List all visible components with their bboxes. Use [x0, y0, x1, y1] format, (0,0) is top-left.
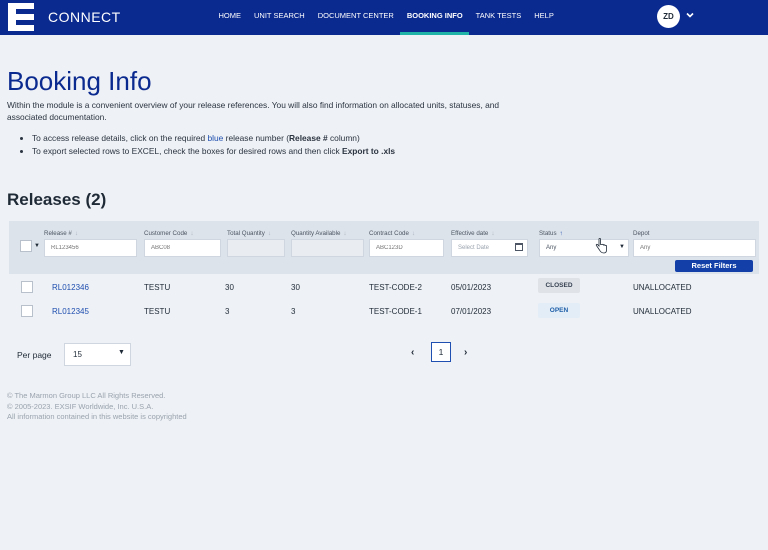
release-filter-input[interactable]	[44, 239, 137, 257]
status-badge: OPEN	[538, 303, 580, 318]
chevron-left-icon[interactable]: ‹	[411, 347, 414, 358]
footer-copyright: © The Marmon Group LLC All Rights Reserv…	[7, 391, 166, 400]
page-intro: Within the module is a convenient overvi…	[7, 100, 500, 122]
nav-tank-tests[interactable]: TANK TESTS	[469, 0, 528, 35]
select-all-checkbox[interactable]	[20, 240, 32, 252]
chevron-down-icon[interactable]: ▼	[118, 349, 125, 356]
release-link[interactable]: RL012346	[52, 283, 89, 292]
quantity-available-filter	[291, 239, 364, 257]
user-avatar[interactable]: ZD	[657, 5, 680, 28]
effective-date-cell: 05/01/2023	[451, 283, 492, 292]
column-customer-code[interactable]: Customer Code ↓	[144, 230, 193, 237]
top-navigation-bar: CONNECT HOME UNIT SEARCH DOCUMENT CENTER…	[0, 0, 768, 35]
column-effective-date[interactable]: Effective date ↓	[451, 230, 494, 237]
chevron-down-icon[interactable]	[686, 11, 694, 19]
nav-unit-search[interactable]: UNIT SEARCH	[248, 0, 312, 35]
contract-code-cell: TEST-CODE-1	[369, 307, 422, 316]
page-number-button[interactable]: 1	[431, 342, 451, 362]
total-quantity-cell: 30	[225, 283, 234, 292]
status-filter-select[interactable]: Any	[539, 239, 629, 257]
sort-icon: ↓	[411, 230, 415, 237]
column-total-quantity[interactable]: Total Quantity ↓	[227, 230, 271, 237]
customer-code-cell: TESTU	[144, 307, 171, 316]
row-checkbox[interactable]	[21, 305, 33, 317]
reset-filters-button[interactable]: Reset Filters	[675, 260, 753, 272]
customer-code-cell: TESTU	[144, 283, 171, 292]
depot-filter-input[interactable]	[633, 239, 756, 257]
releases-heading: Releases (2)	[7, 190, 107, 209]
customer-code-filter-input[interactable]	[144, 239, 221, 257]
effective-date-cell: 07/01/2023	[451, 307, 492, 316]
chevron-down-icon[interactable]: ▼	[619, 244, 625, 250]
page-title: Booking Info	[7, 66, 152, 96]
instruction-details: To access release details, click on the …	[32, 132, 395, 145]
nav-document-center[interactable]: DOCUMENT CENTER	[311, 0, 400, 35]
sort-icon: ↓	[267, 230, 271, 237]
footer-copyright-exsif: © 2005-2023. EXSIF Worldwide, Inc. U.S.A…	[7, 401, 154, 411]
chevron-right-icon[interactable]: ›	[464, 347, 467, 358]
nav-help[interactable]: HELP	[528, 0, 561, 35]
quantity-available-cell: 3	[291, 307, 296, 316]
nav-home[interactable]: HOME	[212, 0, 248, 35]
per-page-label: Per page	[17, 350, 52, 360]
contract-code-filter-input[interactable]	[369, 239, 444, 257]
sort-icon: ↓	[74, 230, 78, 237]
footer: © The Marmon Group LLC All Rights Reserv…	[7, 391, 187, 423]
column-contract-code[interactable]: Contract Code ↓	[369, 230, 415, 237]
sort-up-icon: ↑	[559, 230, 563, 237]
column-status[interactable]: Status ↑	[539, 230, 563, 237]
main-nav: HOME UNIT SEARCH DOCUMENT CENTER BOOKING…	[212, 0, 560, 35]
status-badge: CLOSED	[538, 278, 580, 293]
column-release[interactable]: Release # ↓	[44, 230, 78, 237]
release-link[interactable]: RL012345	[52, 307, 89, 316]
quantity-available-cell: 30	[291, 283, 300, 292]
sort-icon: ↓	[190, 230, 194, 237]
depot-cell: UNALLOCATED	[633, 283, 692, 292]
exsif-logo-icon[interactable]	[8, 3, 34, 31]
select-options-chevron-icon[interactable]: ▼	[34, 243, 40, 249]
instructions-list: To access release details, click on the …	[22, 132, 395, 158]
contract-code-cell: TEST-CODE-2	[369, 283, 422, 292]
footer-notice: All information contained in this websit…	[7, 412, 187, 421]
column-depot[interactable]: Depot	[633, 230, 650, 237]
column-quantity-available[interactable]: Quantity Available ↓	[291, 230, 347, 237]
total-quantity-filter	[227, 239, 285, 257]
sort-icon: ↓	[491, 230, 495, 237]
row-checkbox[interactable]	[21, 281, 33, 293]
hand-cursor-icon	[595, 238, 607, 254]
depot-cell: UNALLOCATED	[633, 307, 692, 316]
total-quantity-cell: 3	[225, 307, 230, 316]
calendar-icon[interactable]	[515, 243, 523, 251]
nav-booking-info[interactable]: BOOKING INFO	[400, 0, 470, 35]
sort-icon: ↓	[343, 230, 347, 237]
brand-name[interactable]: CONNECT	[48, 9, 121, 25]
instruction-export: To export selected rows to EXCEL, check …	[32, 145, 395, 158]
